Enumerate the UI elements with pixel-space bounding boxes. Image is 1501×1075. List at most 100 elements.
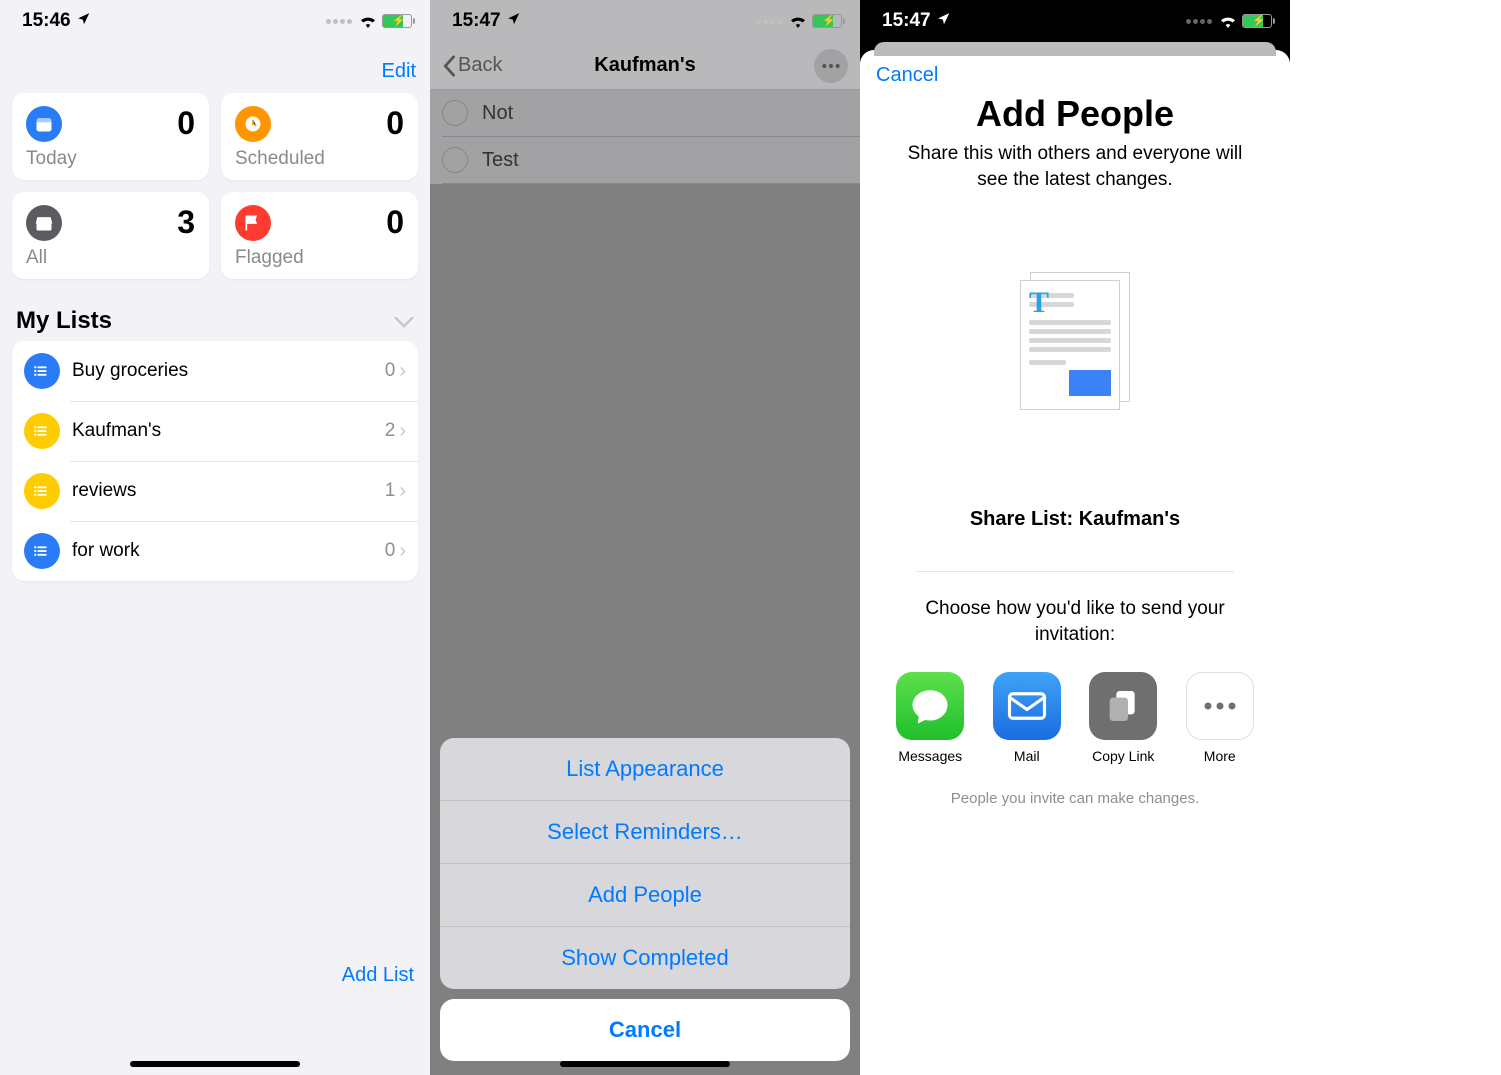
list-bullet-icon bbox=[24, 473, 60, 509]
more-icon bbox=[1186, 672, 1254, 740]
location-icon bbox=[507, 10, 521, 32]
share-options-row: Messages Mail Copy Link More bbox=[876, 672, 1274, 764]
my-lists-title: My Lists bbox=[16, 307, 112, 335]
task-checkbox[interactable] bbox=[442, 147, 468, 173]
list-item[interactable]: Kaufman's 2 › bbox=[12, 401, 418, 461]
sheet-title: Add People bbox=[876, 93, 1274, 135]
chevron-right-icon: › bbox=[399, 420, 406, 443]
flag-icon bbox=[235, 205, 271, 241]
status-bar: 15:47 ⚡ bbox=[860, 0, 1290, 42]
list-bullet-icon bbox=[24, 353, 60, 389]
copy-icon bbox=[1089, 672, 1157, 740]
list-item[interactable]: reviews 1 › bbox=[12, 461, 418, 521]
document-icon: T bbox=[876, 272, 1274, 412]
share-messages[interactable]: Messages bbox=[890, 672, 970, 764]
signal-icon bbox=[326, 19, 352, 24]
card-label: Today bbox=[26, 148, 195, 170]
home-indicator[interactable] bbox=[560, 1061, 730, 1067]
edit-button[interactable]: Edit bbox=[0, 42, 430, 89]
location-icon bbox=[77, 10, 91, 32]
summary-cards: 0 Today 0 Scheduled 3 All bbox=[0, 89, 430, 283]
more-button[interactable] bbox=[814, 49, 848, 83]
card-label: All bbox=[26, 247, 195, 269]
wifi-icon bbox=[358, 14, 378, 28]
my-lists-group: Buy groceries 0 › Kaufman's 2 › reviews … bbox=[12, 341, 418, 581]
action-show-completed[interactable]: Show Completed bbox=[440, 927, 850, 989]
battery-icon: ⚡ bbox=[812, 14, 842, 28]
list-item[interactable]: Buy groceries 0 › bbox=[12, 341, 418, 401]
status-bar: 15:46 ⚡ bbox=[0, 0, 430, 42]
action-sheet: List Appearance Select Reminders… Add Pe… bbox=[440, 738, 850, 1061]
mail-icon bbox=[993, 672, 1061, 740]
back-button[interactable]: Back bbox=[442, 54, 502, 77]
task-row[interactable]: Not bbox=[442, 90, 860, 137]
share-list-label: Share List: Kaufman's bbox=[876, 508, 1274, 531]
list-count: 1 bbox=[385, 480, 396, 502]
cancel-button[interactable]: Cancel bbox=[440, 999, 850, 1061]
card-label: Flagged bbox=[235, 247, 404, 269]
list-bullet-icon bbox=[24, 533, 60, 569]
card-all[interactable]: 3 All bbox=[12, 192, 209, 279]
list-count: 2 bbox=[385, 420, 396, 442]
action-list-appearance[interactable]: List Appearance bbox=[440, 738, 850, 801]
status-time: 15:47 bbox=[452, 10, 501, 32]
card-count: 0 bbox=[386, 105, 404, 142]
messages-icon bbox=[896, 672, 964, 740]
invite-instructions: Choose how you'd like to send your invit… bbox=[916, 571, 1234, 647]
my-lists-header[interactable]: My Lists bbox=[0, 283, 430, 341]
task-row[interactable]: Test bbox=[442, 137, 860, 184]
share-mail[interactable]: Mail bbox=[987, 672, 1067, 764]
nav-title: Kaufman's bbox=[594, 54, 695, 77]
list-item[interactable]: for work 0 › bbox=[12, 521, 418, 581]
share-sheet: Cancel Add People Share this with others… bbox=[860, 50, 1290, 1075]
card-count: 0 bbox=[386, 204, 404, 241]
task-text: Test bbox=[482, 149, 519, 172]
card-label: Scheduled bbox=[235, 148, 404, 170]
cancel-button[interactable]: Cancel bbox=[876, 64, 1274, 87]
card-count: 3 bbox=[177, 204, 195, 241]
calendar-icon bbox=[26, 106, 62, 142]
card-flagged[interactable]: 0 Flagged bbox=[221, 192, 418, 279]
location-icon bbox=[937, 10, 951, 32]
battery-icon: ⚡ bbox=[382, 14, 412, 28]
reminders-home-screen: 15:46 ⚡ Edit 0 Today bbox=[0, 0, 430, 1075]
status-time: 15:46 bbox=[22, 10, 71, 32]
add-people-screen: 15:47 ⚡ Cancel Add People Share this wit… bbox=[860, 0, 1290, 1075]
card-count: 0 bbox=[177, 105, 195, 142]
list-title: Buy groceries bbox=[72, 360, 385, 382]
share-label: Messages bbox=[898, 748, 962, 764]
task-checkbox[interactable] bbox=[442, 100, 468, 126]
nav-bar: Back Kaufman's bbox=[430, 42, 860, 90]
signal-icon bbox=[756, 19, 782, 24]
share-label: Copy Link bbox=[1092, 748, 1154, 764]
card-scheduled[interactable]: 0 Scheduled bbox=[221, 93, 418, 180]
share-label: Mail bbox=[1014, 748, 1040, 764]
list-title: Kaufman's bbox=[72, 420, 385, 442]
share-label: More bbox=[1204, 748, 1236, 764]
list-detail-screen: 15:47 ⚡ Back Kaufman's Not bbox=[430, 0, 860, 1075]
home-indicator[interactable] bbox=[130, 1061, 300, 1067]
wifi-icon bbox=[1218, 14, 1238, 28]
clock-icon bbox=[235, 106, 271, 142]
chevron-right-icon: › bbox=[399, 360, 406, 383]
chevron-down-icon bbox=[394, 307, 414, 335]
card-today[interactable]: 0 Today bbox=[12, 93, 209, 180]
wifi-icon bbox=[788, 14, 808, 28]
back-label: Back bbox=[458, 54, 502, 77]
share-more[interactable]: More bbox=[1180, 672, 1260, 764]
chevron-right-icon: › bbox=[399, 480, 406, 503]
sheet-subtitle: Share this with others and everyone will… bbox=[906, 141, 1244, 192]
action-select-reminders[interactable]: Select Reminders… bbox=[440, 801, 850, 864]
battery-icon: ⚡ bbox=[1242, 14, 1272, 28]
list-title: for work bbox=[72, 540, 385, 562]
signal-icon bbox=[1186, 19, 1212, 24]
share-copy-link[interactable]: Copy Link bbox=[1083, 672, 1163, 764]
task-list: Not Test bbox=[430, 90, 860, 184]
status-bar: 15:47 ⚡ bbox=[430, 0, 860, 42]
add-list-button[interactable]: Add List bbox=[342, 964, 414, 987]
list-count: 0 bbox=[385, 360, 396, 382]
footer-note: People you invite can make changes. bbox=[876, 790, 1274, 807]
action-add-people[interactable]: Add People bbox=[440, 864, 850, 927]
chevron-right-icon: › bbox=[399, 540, 406, 563]
list-title: reviews bbox=[72, 480, 385, 502]
